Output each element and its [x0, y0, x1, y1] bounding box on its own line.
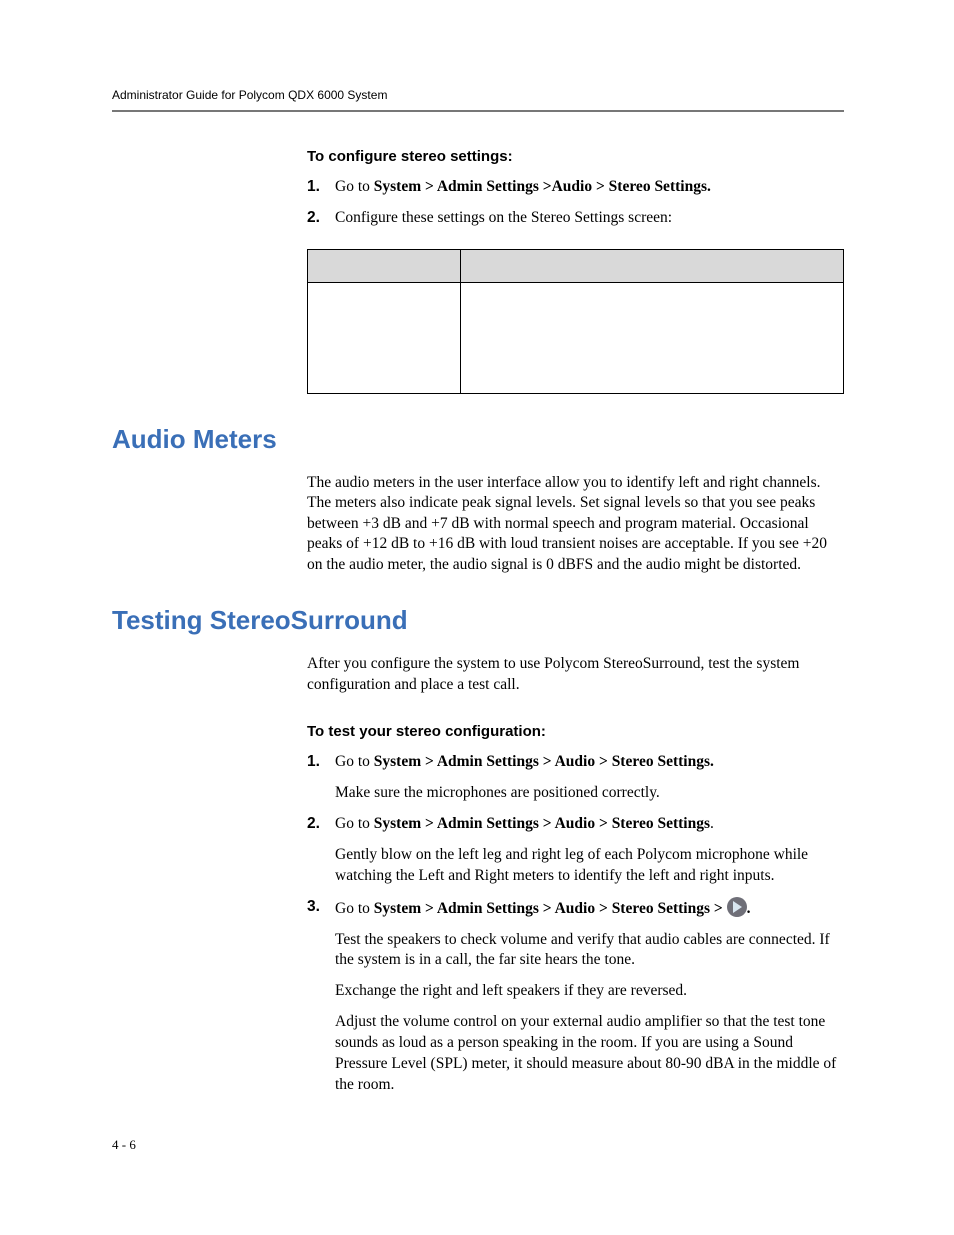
test-steps: 1. Go to System > Admin Settings > Audio… — [307, 752, 844, 1096]
step-text: Configure these settings on the Stereo S… — [335, 208, 844, 229]
step-number: 2. — [307, 814, 335, 887]
table-cell — [461, 282, 844, 393]
table-header-cell — [461, 249, 844, 282]
step-text: Go to System > Admin Settings > Audio > … — [335, 814, 844, 887]
page-content: To configure stereo settings: 1. Go to S… — [112, 148, 844, 1116]
step-suffix: . — [747, 900, 751, 917]
step-text: Go to System > Admin Settings > Audio > … — [335, 897, 844, 1096]
audio-meters-paragraph: The audio meters in the user interface a… — [307, 473, 844, 575]
configure-stereo-heading: To configure stereo settings: — [307, 148, 844, 165]
page-number: 4 - 6 — [112, 1137, 136, 1153]
step-sub: Gently blow on the left leg and right le… — [335, 845, 844, 887]
nav-path: System > Admin Settings > Audio > Stereo… — [374, 753, 714, 770]
next-icon — [727, 897, 747, 917]
nav-path: System > Admin Settings > Audio > Stereo… — [374, 815, 710, 832]
step-number: 1. — [307, 177, 335, 198]
step-text: Go to System > Admin Settings > Audio > … — [335, 752, 844, 804]
testing-heading: Testing StereoSurround — [112, 605, 844, 636]
table-cell — [308, 282, 461, 393]
testing-intro: After you configure the system to use Po… — [307, 654, 844, 695]
settings-table — [307, 249, 844, 394]
test-config-heading: To test your stereo configuration: — [307, 723, 844, 740]
step-sub: Test the speakers to check volume and ve… — [335, 930, 844, 972]
step-prefix: Go to — [335, 178, 374, 195]
step-prefix: Go to — [335, 900, 374, 917]
step-number: 1. — [307, 752, 335, 804]
audio-meters-heading: Audio Meters — [112, 424, 844, 455]
step-number: 3. — [307, 897, 335, 1096]
configure-steps: 1. Go to System > Admin Settings >Audio … — [307, 177, 844, 229]
table-header-cell — [308, 249, 461, 282]
nav-path: System > Admin Settings > Audio > Stereo… — [374, 900, 727, 917]
step-prefix: Go to — [335, 815, 374, 832]
nav-path: System > Admin Settings >Audio > Stereo … — [374, 178, 711, 195]
page-header: Administrator Guide for Polycom QDX 6000… — [112, 88, 844, 102]
header-rule — [112, 110, 844, 112]
step-text: Go to System > Admin Settings >Audio > S… — [335, 177, 844, 198]
step-sub: Make sure the microphones are positioned… — [335, 783, 844, 804]
step-sub: Adjust the volume control on your extern… — [335, 1012, 844, 1096]
step-prefix: Go to — [335, 753, 374, 770]
step-suffix: . — [710, 815, 714, 832]
step-sub: Exchange the right and left speakers if … — [335, 981, 844, 1002]
step-number: 2. — [307, 208, 335, 229]
